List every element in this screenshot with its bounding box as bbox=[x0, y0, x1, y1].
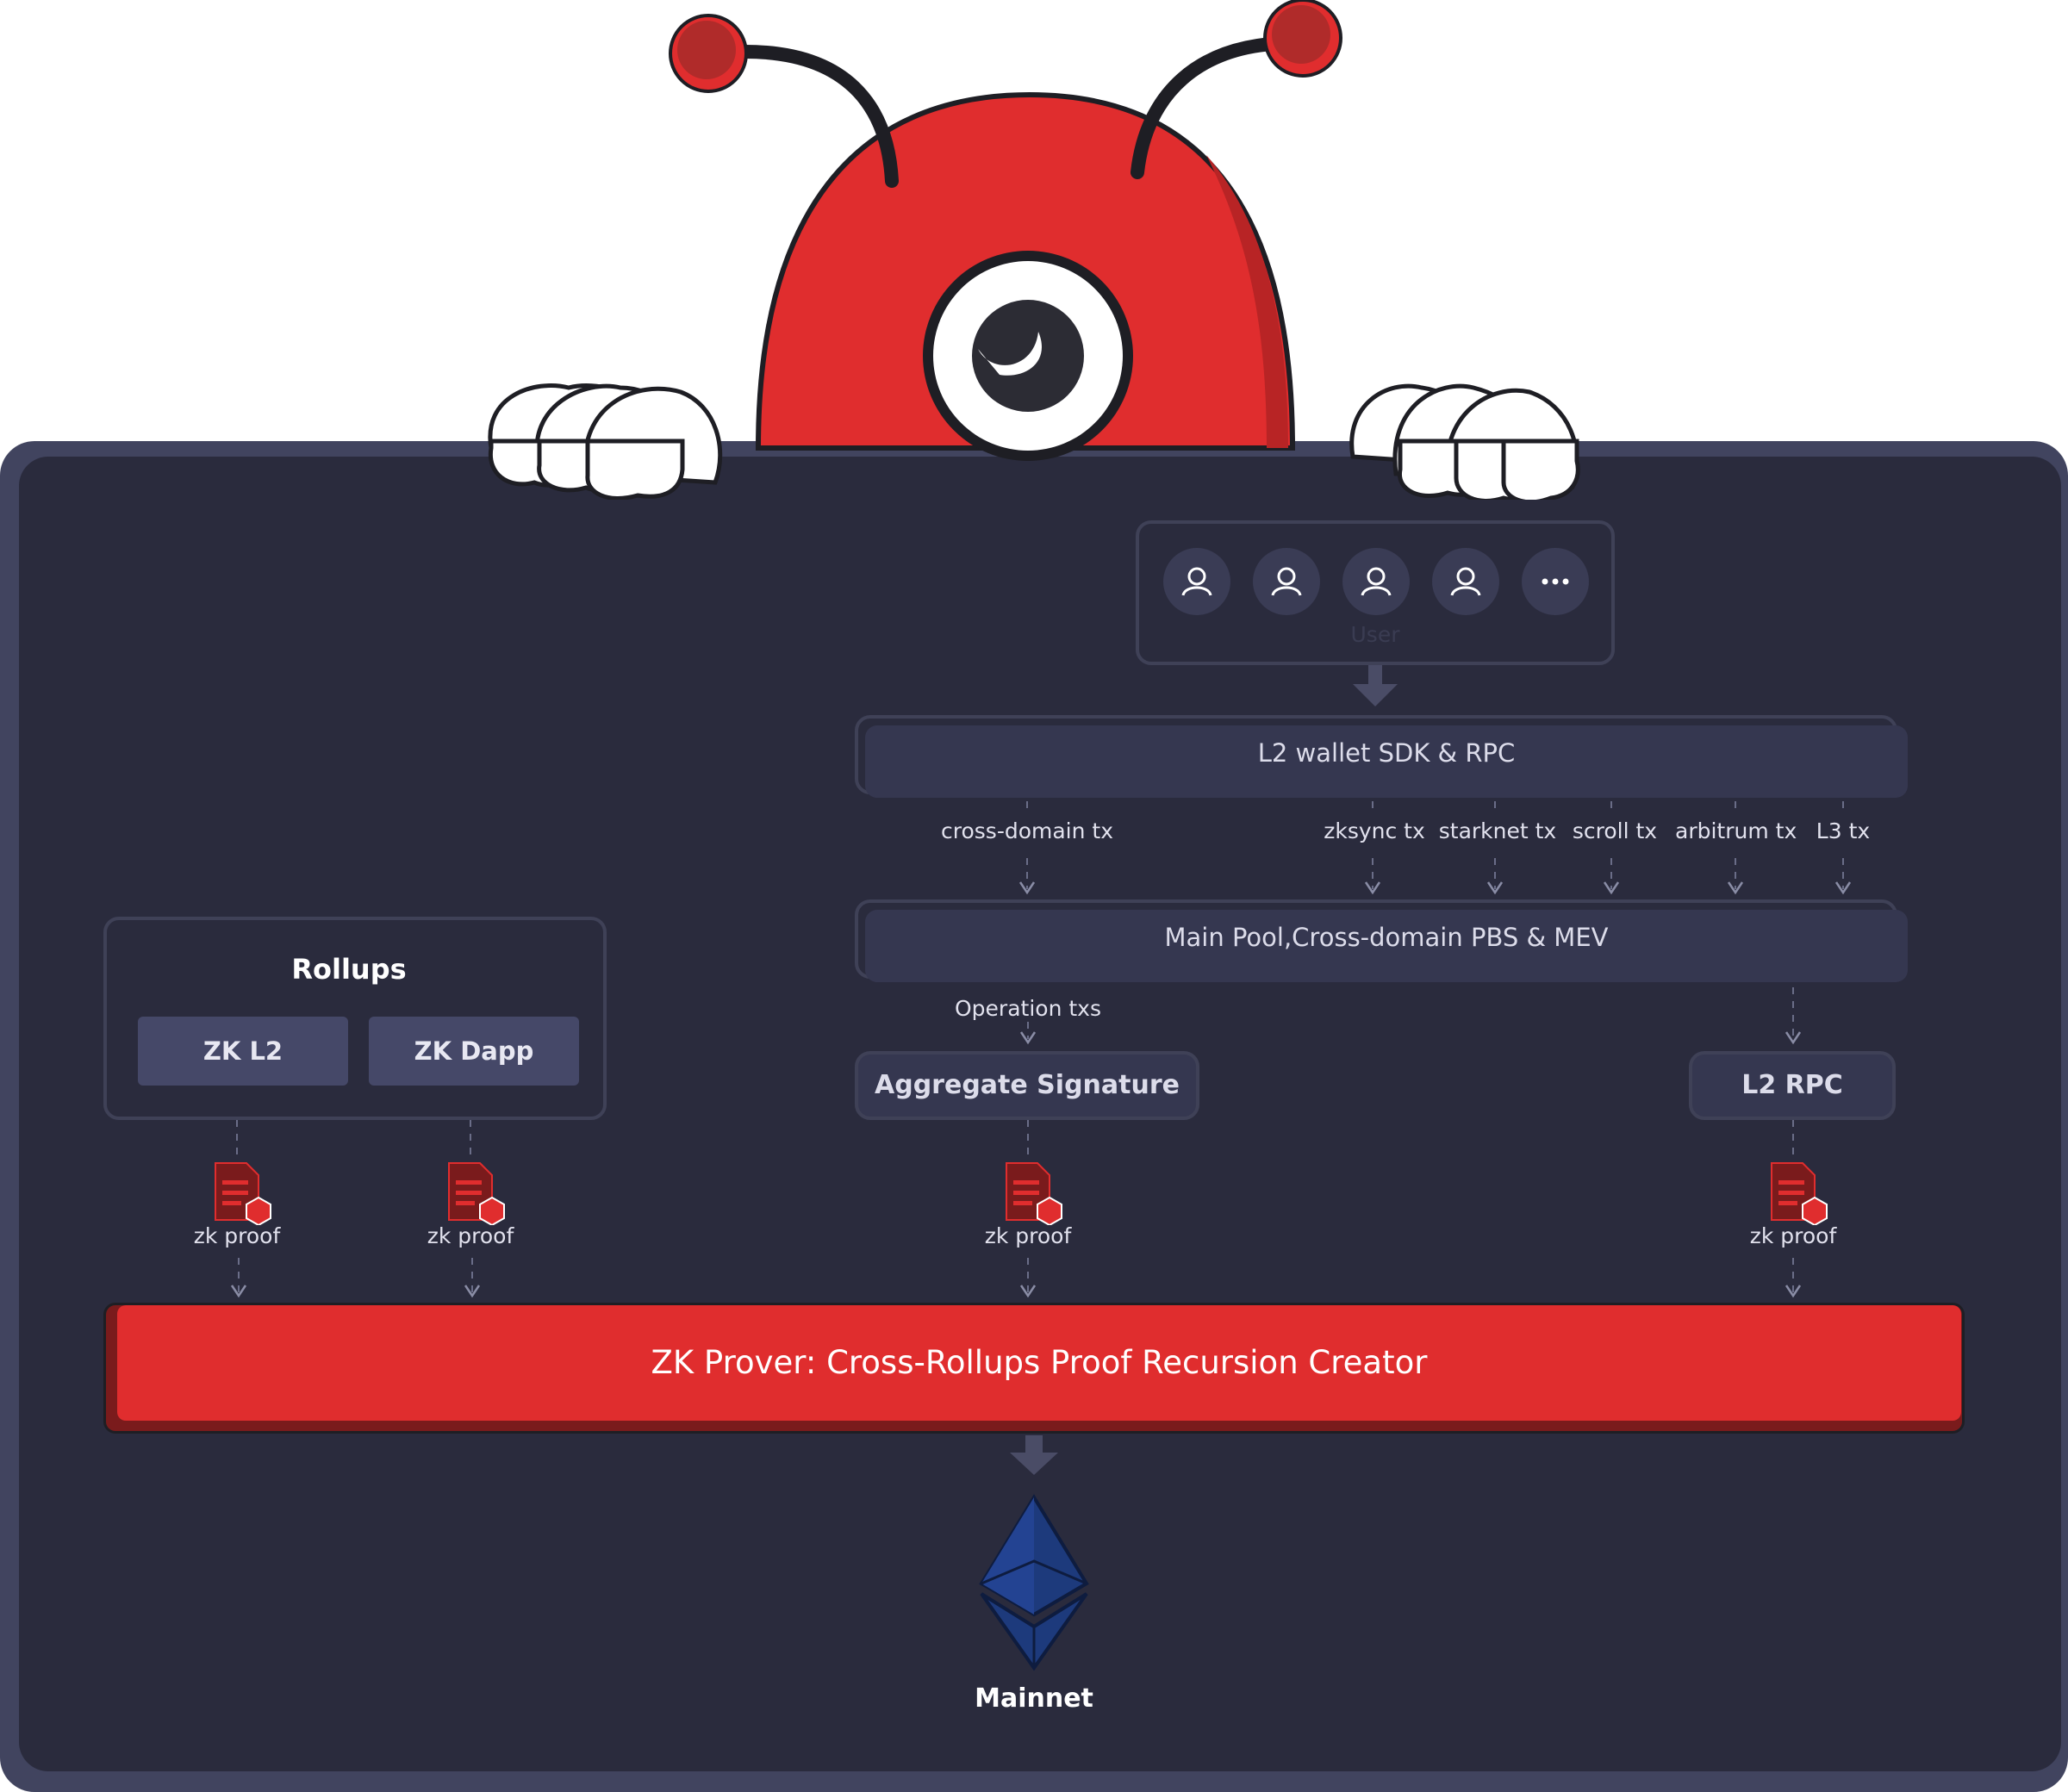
mascot-hands-overlay bbox=[488, 439, 1580, 500]
rollup-zk-l2[interactable]: ZK L2 bbox=[138, 1017, 348, 1086]
user-icon[interactable] bbox=[1342, 548, 1410, 615]
arrow-down-icon bbox=[1010, 1435, 1058, 1475]
zk-prover-box[interactable]: ZK Prover: Cross-Rollups Proof Recursion… bbox=[117, 1305, 1961, 1421]
tx-label-scroll: scroll tx bbox=[1572, 818, 1658, 843]
aggregate-signature-box[interactable]: Aggregate Signature bbox=[855, 1051, 1199, 1120]
arrow-down-icon bbox=[1353, 665, 1398, 706]
proof-document-icon bbox=[1006, 1162, 1062, 1225]
user-list bbox=[1163, 548, 1589, 615]
zk-proof-label: zk proof bbox=[1749, 1223, 1837, 1248]
l2-rpc-box[interactable]: L2 RPC bbox=[1689, 1051, 1896, 1120]
zk-proof-label: zk proof bbox=[427, 1223, 514, 1248]
zk-proof-label: zk proof bbox=[193, 1223, 281, 1248]
rollup-zk-dapp[interactable]: ZK Dapp bbox=[369, 1017, 579, 1086]
tx-label-zksync: zksync tx bbox=[1324, 818, 1425, 843]
more-icon[interactable] bbox=[1522, 548, 1589, 615]
zk-proof-label: zk proof bbox=[984, 1223, 1072, 1248]
user-icon[interactable] bbox=[1163, 548, 1230, 615]
operation-txs-label: Operation txs bbox=[955, 996, 1101, 1021]
main-pool-box[interactable]: Main Pool,Cross-domain PBS & MEV bbox=[865, 910, 1908, 982]
user-label: User bbox=[1350, 622, 1400, 647]
tx-label-cross-domain: cross-domain tx bbox=[941, 818, 1114, 843]
wallet-sdk-rpc-box[interactable]: L2 wallet SDK & RPC bbox=[865, 725, 1908, 798]
mainnet-label: Mainnet bbox=[975, 1683, 1093, 1714]
proof-document-icon bbox=[1771, 1162, 1828, 1225]
proof-document-icon bbox=[448, 1162, 505, 1225]
proof-document-icon bbox=[215, 1162, 271, 1225]
tx-label-starknet: starknet tx bbox=[1438, 818, 1557, 843]
ethereum-icon bbox=[979, 1494, 1089, 1671]
tx-label-l3: L3 tx bbox=[1816, 818, 1871, 843]
tx-label-arbitrum: arbitrum tx bbox=[1675, 818, 1797, 843]
user-icon[interactable] bbox=[1253, 548, 1320, 615]
rollups-title: Rollups bbox=[291, 953, 407, 986]
user-icon[interactable] bbox=[1432, 548, 1499, 615]
